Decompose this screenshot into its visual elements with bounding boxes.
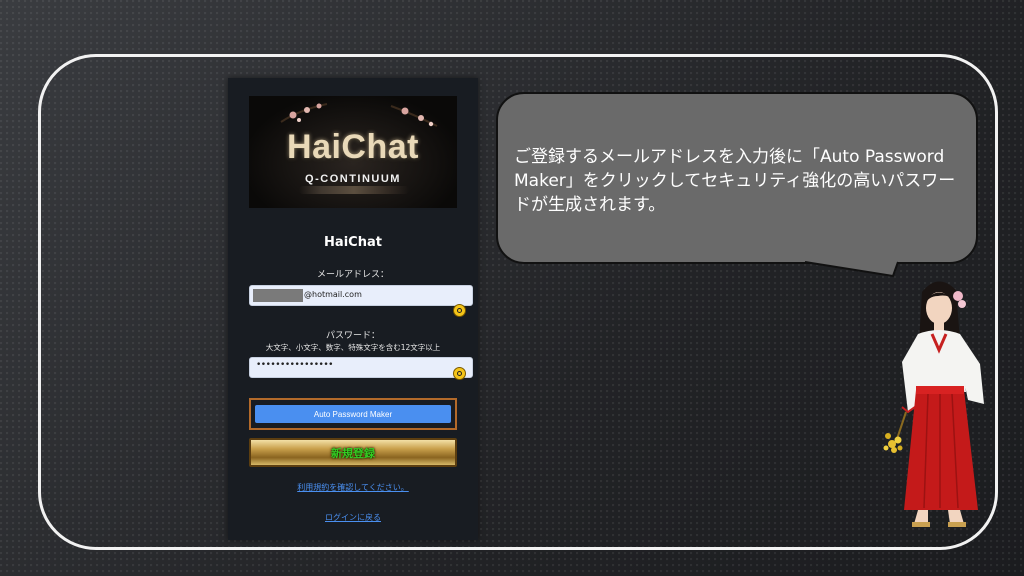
auto-password-maker-button[interactable]: Auto Password Maker (255, 405, 451, 423)
key-icon[interactable] (453, 304, 466, 317)
register-button[interactable]: 新規登録 (249, 438, 457, 467)
password-hint: 大文字、小文字、数字、特殊文字を含む12文字以上 (265, 343, 441, 352)
haichat-logo: HaiChat Q-CONTINUUM (249, 96, 457, 208)
password-input[interactable]: •••••••••••••••• (249, 357, 473, 378)
email-input[interactable]: @hotmail.com (249, 285, 473, 306)
app-title: HaiChat (324, 235, 382, 250)
shrine-maiden-character (883, 281, 984, 527)
logo-title: HaiChat (287, 128, 419, 166)
login-link[interactable]: ログインに戻る (228, 512, 478, 523)
email-label: メールアドレス： (316, 270, 389, 280)
key-icon[interactable] (453, 367, 466, 380)
redacted-email-username (253, 289, 303, 302)
logo-subtitle: Q-CONTINUUM (305, 173, 401, 185)
blossom-branch-left-icon (280, 103, 328, 123)
password-value: •••••••••••••••• (256, 360, 333, 370)
logo-brush-stroke (299, 186, 409, 194)
email-value: @hotmail.com (304, 290, 362, 299)
password-label: パスワード： (325, 331, 380, 341)
auto-password-highlight: Auto Password Maker (249, 398, 457, 430)
bubble-text: ご登録するメールアドレスを入力後に「Auto Password Maker」をク… (514, 147, 956, 215)
signup-panel: HaiChat Q-CONTINUUM HaiChat メールアドレス： @ho… (228, 78, 478, 540)
terms-link[interactable]: 利用規約を確認してください。 (228, 482, 478, 493)
